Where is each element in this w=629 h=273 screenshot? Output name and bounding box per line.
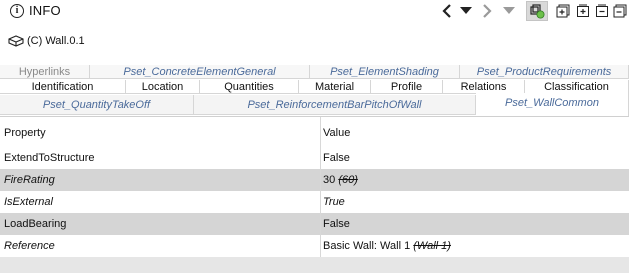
- chevron-right-icon: [483, 4, 492, 18]
- property-value[interactable]: True: [323, 191, 629, 213]
- tab-identification[interactable]: Identification: [0, 80, 126, 94]
- table-row[interactable]: FireRating 30 (60): [0, 169, 629, 191]
- table-row[interactable]: IsExternal True: [0, 191, 629, 213]
- tab-hyperlinks[interactable]: Hyperlinks: [0, 65, 90, 79]
- panel-header: i INFO: [0, 0, 629, 24]
- previous-value: (Wall 1): [413, 240, 451, 252]
- column-divider: [320, 191, 321, 213]
- column-header-value[interactable]: Value: [323, 117, 629, 147]
- column-divider: [320, 169, 321, 191]
- tab-pset-wallcommon[interactable]: Pset_WallCommon: [476, 93, 629, 116]
- forward-button[interactable]: [480, 2, 494, 20]
- property-name: FireRating: [4, 174, 55, 186]
- tab-material[interactable]: Material: [299, 80, 371, 94]
- property-grid: Property Value ExtendToStructure False F…: [0, 116, 629, 273]
- tab-pset-quantitytakeoff[interactable]: Pset_QuantityTakeOff: [0, 95, 194, 115]
- property-value: 30: [323, 174, 336, 186]
- tab-location[interactable]: Location: [126, 80, 200, 94]
- tab-pset-productrequirements[interactable]: Pset_ProductRequirements: [460, 65, 629, 79]
- tab-pset-concreteelementgeneral[interactable]: Pset_ConcreteElementGeneral: [90, 65, 310, 79]
- column-divider: [320, 213, 321, 235]
- expand-button[interactable]: [575, 2, 591, 20]
- collapse-button[interactable]: [594, 2, 610, 20]
- table-row[interactable]: Reference Basic Wall: Wall 1 (Wall 1): [0, 235, 629, 257]
- property-value[interactable]: False: [323, 147, 629, 169]
- table-row[interactable]: LoadBearing False: [0, 213, 629, 235]
- collapse-all-button[interactable]: [612, 2, 628, 20]
- collapse-all-icon: [613, 4, 627, 18]
- property-name: LoadBearing: [4, 218, 67, 230]
- property-value[interactable]: False: [323, 213, 629, 235]
- property-tabs: Hyperlinks Pset_ConcreteElementGeneral P…: [0, 64, 629, 116]
- column-header-property[interactable]: Property: [4, 117, 320, 147]
- expand-icon: [577, 4, 589, 17]
- object-filter-button[interactable]: [526, 1, 548, 21]
- caret-down-icon: [460, 7, 472, 14]
- tab-pset-reinforcementbarpitchofwall[interactable]: Pset_ReinforcementBarPitchOfWall: [194, 95, 476, 115]
- object-filter-icon: [530, 4, 545, 19]
- previous-value: (60): [338, 174, 358, 186]
- tab-pset-elementshading[interactable]: Pset_ElementShading: [310, 65, 460, 79]
- property-name: Reference: [4, 240, 55, 252]
- panel-title: INFO: [29, 3, 61, 18]
- grid-header: Property Value: [0, 117, 629, 147]
- column-divider[interactable]: [320, 117, 321, 147]
- property-name: IsExternal: [4, 196, 53, 208]
- info-icon: i: [10, 4, 24, 18]
- back-button[interactable]: [440, 2, 454, 20]
- property-value-cell[interactable]: 30 (60): [323, 169, 629, 191]
- property-name: ExtendToStructure: [4, 152, 95, 164]
- property-value: Basic Wall: Wall 1: [323, 240, 411, 252]
- object-label: (C) Wall.0.1: [27, 35, 85, 47]
- back-history-dropdown[interactable]: [459, 2, 473, 20]
- wall-icon: [8, 35, 24, 47]
- tab-relations[interactable]: Relations: [443, 80, 525, 94]
- caret-down-icon: [503, 7, 515, 14]
- table-row[interactable]: ExtendToStructure False: [0, 147, 629, 169]
- chevron-left-icon: [442, 4, 451, 18]
- collapse-icon: [596, 4, 608, 17]
- property-value-cell[interactable]: Basic Wall: Wall 1 (Wall 1): [323, 235, 629, 257]
- tab-quantities[interactable]: Quantities: [200, 80, 299, 94]
- tab-classification[interactable]: Classification: [525, 80, 629, 94]
- expand-all-button[interactable]: [555, 2, 571, 20]
- column-divider: [320, 147, 321, 169]
- tab-profile[interactable]: Profile: [371, 80, 443, 94]
- column-divider: [320, 235, 321, 257]
- expand-all-icon: [556, 4, 570, 18]
- forward-history-dropdown[interactable]: [502, 2, 516, 20]
- selected-object: (C) Wall.0.1: [0, 30, 629, 52]
